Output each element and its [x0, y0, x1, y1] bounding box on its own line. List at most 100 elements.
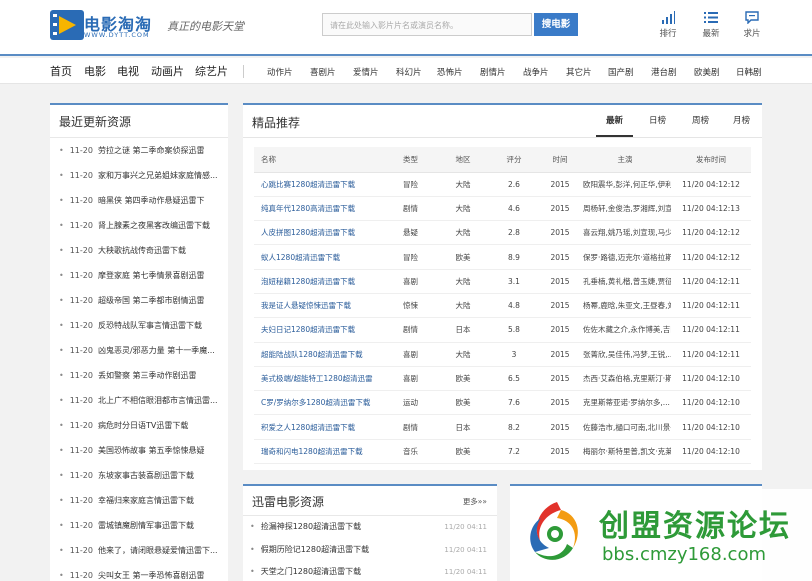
site-logo-icon[interactable]	[50, 10, 84, 40]
table-row[interactable]: 心跳比赛1280超清迅雷下载冒险大陆2.62015欧阳震华,彭洋,何正华,伊利亚…	[254, 172, 751, 197]
table-row[interactable]: 人皮拼图1280超清迅雷下载悬疑大陆2.82015喜云翔,姚乃瑶,刘宣现,马少骅…	[254, 220, 751, 246]
nav-sub-drama[interactable]: 剧情片	[480, 66, 506, 78]
table-row[interactable]: 纯真年代1280高清迅雷下载剧情大陆4.62015周杨轩,金俊浩,罗湘辉,刘宣迪…	[254, 196, 751, 222]
cell-name[interactable]: 我是证人悬疑惊悚迅雷下载	[254, 293, 382, 319]
cell-name[interactable]: 美式极端/超能特工1280超清迅雷	[254, 366, 382, 392]
cell-name[interactable]: C罗/罗纳尔多1280超清迅雷下载	[254, 390, 382, 416]
nav-sub-horror[interactable]: 恐怖片	[437, 66, 463, 78]
list-item-title[interactable]: 美国恐怖故事 第五季惊悚悬疑	[98, 446, 205, 455]
list-item-title[interactable]: 肾上腺素之夜黑客改编迅雷下载	[98, 221, 210, 230]
nav-item-anime[interactable]: 动画片	[151, 63, 184, 79]
list-item[interactable]: • 11-20 丢如警察 第三季动作剧迅雷	[50, 363, 228, 388]
list-item-title[interactable]: 捡漏神探1280超清迅雷下载	[261, 522, 361, 531]
list-item-date: 11/20 04:11	[444, 568, 487, 576]
nav-item-tv[interactable]: 电视	[117, 63, 139, 79]
table-row[interactable]: 我是证人悬疑惊悚迅雷下载惊悚大陆4.82015杨幂,鹿晗,朱亚文,王昼春,刘芮麟…	[254, 293, 751, 319]
cell-name[interactable]: 泡妞秘籍1280超清迅雷下载	[254, 269, 382, 294]
cell-name[interactable]: 纯真年代1280高清迅雷下载	[254, 196, 382, 222]
search-input[interactable]: 请在此处输入影片片名或演员名称。	[322, 13, 532, 36]
table-row[interactable]: 积爱之人1280超清迅雷下载剧情日本8.22015佐藤浩市,樋口可南,北川景子,…	[254, 414, 751, 440]
table-row[interactable]: C罗/罗纳尔多1280超清迅雷下载 运动 欧美 7.6 2015 克里斯蒂亚诺·罗纳尔多,…	[254, 390, 751, 416]
cell-name[interactable]: 积爱之人1280超清迅雷下载	[254, 414, 382, 440]
cell-name[interactable]: 夫妇日记1280超清迅雷下载	[254, 317, 382, 343]
list-item[interactable]: • 11-20 家和万事兴之兄弟姐妹家庭情感...	[50, 163, 228, 188]
list-item[interactable]: • 11-20 病危时分日语TV迅雷下载	[50, 413, 228, 438]
list-item-title[interactable]: 北上广不相信眼泪都市言情迅雷...	[98, 396, 218, 405]
cell-name[interactable]: 人皮拼图1280超清迅雷下载	[254, 220, 382, 246]
request-link[interactable]: 求片	[735, 11, 769, 39]
table-header-row: 名称 类型 地区 评分 时间 主演 发布时间	[254, 147, 751, 173]
table-row[interactable]: 美式极端/超能特工1280超清迅雷 喜剧 欧美 6.5 2015 杰西·艾森伯格,克里斯汀…	[254, 366, 751, 392]
search-button[interactable]: 搜电影	[534, 13, 578, 36]
cell-published: 11/20 04:12:11	[671, 293, 751, 319]
cell-type: 剧情	[382, 196, 439, 222]
nav-sub-mainland[interactable]: 国产剧	[608, 66, 634, 78]
list-item-title[interactable]: 东坡家事古装喜剧迅雷下载	[98, 471, 194, 480]
list-item[interactable]: • 捡漏神探1280超清迅雷下载 11/20 04:11	[243, 516, 497, 539]
more-link[interactable]: 更多»»	[463, 496, 487, 507]
list-item-title[interactable]: 摩登家庭 第七季情景喜剧迅雷	[98, 271, 205, 280]
nav-sub-other[interactable]: 其它片	[566, 66, 592, 78]
list-item[interactable]: • 11-20 肾上腺素之夜黑客改编迅雷下载	[50, 213, 228, 238]
nav-item-movies[interactable]: 电影	[84, 63, 106, 79]
nav-sub-romance[interactable]: 爱情片	[353, 66, 379, 78]
list-item[interactable]: • 11-20 北上广不相信眼泪都市言情迅雷...	[50, 388, 228, 413]
cell-name[interactable]: 瑞奇和闪电1280超清迅雷下载	[254, 439, 382, 465]
list-item-title[interactable]: 丢如警察 第三季动作剧迅雷	[98, 371, 197, 380]
list-item[interactable]: • 假期历险记1280超清迅雷下载 11/20 04:11	[243, 539, 497, 562]
nav-sub-comedy[interactable]: 喜剧片	[310, 66, 336, 78]
tab-weekly[interactable]: 周榜	[682, 105, 719, 137]
list-item-title[interactable]: 尖叫女王 第一季恐怖喜剧迅雷	[98, 571, 205, 580]
list-item-title[interactable]: 凶鬼恶灵/邪恶力量 第十一季魔...	[98, 346, 215, 355]
cell-name[interactable]: 超能陆战队1280超清迅雷下载	[254, 342, 382, 367]
table-row[interactable]: 夫妇日记1280超清迅雷下载剧情日本5.82015佐佐木藏之介,永作博美,吉田羊…	[254, 317, 751, 343]
cell-score: 3.1	[487, 269, 541, 294]
nav-sub-scifi[interactable]: 科幻片	[396, 66, 422, 78]
nav-item-home[interactable]: 首页	[50, 63, 72, 79]
list-item[interactable]: • 11-20 反恐特战队军事言情迅雷下载	[50, 313, 228, 338]
list-item-title[interactable]: 幸福归来家庭言情迅雷下载	[98, 496, 194, 505]
list-item-title[interactable]: 劳拉之谜 第二季命案侦探迅雷	[98, 146, 205, 155]
list-item-title[interactable]: 病危时分日语TV迅雷下载	[98, 421, 188, 430]
list-item-title[interactable]: 家和万事兴之兄弟姐妹家庭情感...	[98, 171, 218, 180]
cell-name[interactable]: 蚁人1280超清迅雷下载	[254, 244, 382, 270]
list-item[interactable]: • 11-20 大秧歌抗战传奇迅雷下载	[50, 238, 228, 263]
tab-monthly[interactable]: 月榜	[723, 105, 760, 137]
list-item[interactable]: • 11-20 摩登家庭 第七季情景喜剧迅雷	[50, 263, 228, 288]
table-row[interactable]: 瑞奇和闪电1280超清迅雷下载音乐欧美7.22015梅丽尔·斯特里普,凯文·克莱…	[254, 439, 751, 465]
tab-daily[interactable]: 日榜	[639, 105, 676, 137]
table-row[interactable]: 超能陆战队1280超清迅雷下载 喜剧 大陆 3 2015 张菁欣,吴佳伟,冯梦,王锐,..…	[254, 342, 751, 367]
list-item[interactable]: • 11-20 雷城镇魔剧情军事迅雷下载	[50, 513, 228, 538]
list-item-title[interactable]: 他来了，请闭眼悬疑爱情迅雷下...	[98, 546, 218, 555]
table-row[interactable]: 泡妞秘籍1280超清迅雷下载喜剧大陆3.12015孔垂楠,黄礼楷,曾玉婕,贾征宇…	[254, 269, 751, 294]
nav-sub-western[interactable]: 欧美剧	[694, 66, 720, 78]
list-item-title[interactable]: 暗黑侠 第四季动作悬疑迅雷下	[98, 196, 205, 205]
nav-sub-war[interactable]: 战争片	[523, 66, 549, 78]
table-row[interactable]: 蚁人1280超清迅雷下载冒险欧美8.92015保罗·路德,迈克尔·道格拉斯,伊万…	[254, 244, 751, 270]
ranking-link[interactable]: 排行	[651, 11, 685, 39]
list-item-title[interactable]: 假期历险记1280超清迅雷下载	[261, 545, 369, 554]
nav-sub-jpkr[interactable]: 日韩剧	[736, 66, 762, 78]
tab-latest[interactable]: 最新	[596, 105, 633, 137]
list-item[interactable]: • 11-20 超级帝国 第二季都市剧情迅雷	[50, 288, 228, 313]
list-item[interactable]: • 11-20 劳拉之谜 第二季命案侦探迅雷	[50, 138, 228, 163]
nav-sub-hktw[interactable]: 港台剧	[651, 66, 677, 78]
latest-link[interactable]: 最新	[694, 11, 728, 39]
list-item[interactable]: • 11-20 他来了，请闭眼悬疑爱情迅雷下...	[50, 538, 228, 563]
list-item[interactable]: • 11-20 凶鬼恶灵/邪恶力量 第十一季魔...	[50, 338, 228, 363]
list-item-title[interactable]: 超级帝国 第二季都市剧情迅雷	[98, 296, 205, 305]
list-item[interactable]: • 11-20 暗黑侠 第四季动作悬疑迅雷下	[50, 188, 228, 213]
list-item[interactable]: • 11-20 尖叫女王 第一季恐怖喜剧迅雷	[50, 563, 228, 581]
list-item-title[interactable]: 反恐特战队军事言情迅雷下载	[98, 321, 202, 330]
cell-published: 11/20 04:12:10	[671, 439, 751, 465]
list-item[interactable]: • 11-20 美国恐怖故事 第五季惊悚悬疑	[50, 438, 228, 463]
nav-sub-action[interactable]: 动作片	[267, 66, 293, 78]
list-item[interactable]: • 11-20 幸福归来家庭言情迅雷下载	[50, 488, 228, 513]
list-item-title[interactable]: 大秧歌抗战传奇迅雷下载	[98, 246, 186, 255]
nav-item-variety[interactable]: 综艺片	[195, 63, 228, 79]
list-item-title[interactable]: 雷城镇魔剧情军事迅雷下载	[98, 521, 194, 530]
list-item[interactable]: • 11-20 东坡家事古装喜剧迅雷下载	[50, 463, 228, 488]
list-item-title[interactable]: 天堂之门1280超清迅雷下载	[261, 567, 361, 576]
list-item[interactable]: • 天堂之门1280超清迅雷下载 11/20 04:11	[243, 561, 497, 581]
cell-name[interactable]: 心跳比赛1280超清迅雷下载	[254, 172, 382, 197]
